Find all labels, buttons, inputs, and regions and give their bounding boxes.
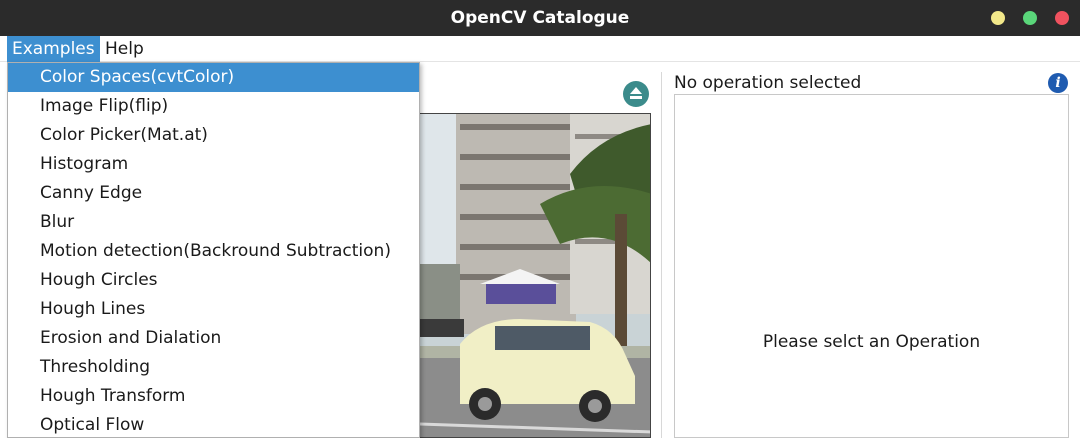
menu-item-image-flip[interactable]: Image Flip(flip) (8, 92, 419, 121)
operation-panel: Please selct an Operation (674, 94, 1069, 438)
operation-placeholder: Please selct an Operation (762, 332, 981, 352)
window-titlebar: OpenCV Catalogue (0, 0, 1080, 36)
video-frame (419, 113, 651, 438)
menu-item-hough-lines[interactable]: Hough Lines (8, 295, 419, 324)
operation-title: No operation selected (674, 73, 862, 93)
menu-item-histogram[interactable]: Histogram (8, 150, 419, 179)
menu-item-canny-edge[interactable]: Canny Edge (8, 179, 419, 208)
maximize-button[interactable] (1023, 11, 1037, 25)
menu-help[interactable]: Help (100, 36, 149, 62)
menu-examples[interactable]: Examples (7, 36, 100, 62)
menu-item-hough-circles[interactable]: Hough Circles (8, 266, 419, 295)
menu-bar: Examples Help (0, 36, 1080, 62)
menu-item-color-spaces[interactable]: Color Spaces(cvtColor) (8, 63, 419, 92)
menu-item-blur[interactable]: Blur (8, 208, 419, 237)
window-title: OpenCV Catalogue (450, 8, 630, 28)
menu-item-color-picker[interactable]: Color Picker(Mat.at) (8, 121, 419, 150)
menu-item-erosion-dialation[interactable]: Erosion and Dialation (8, 324, 419, 353)
street-scene-image (420, 114, 650, 437)
menu-item-hough-transform[interactable]: Hough Transform (8, 382, 419, 411)
menu-item-motion-detection[interactable]: Motion detection(Backround Subtraction) (8, 237, 419, 266)
close-button[interactable] (1055, 11, 1069, 25)
menu-item-optical-flow[interactable]: Optical Flow (8, 411, 419, 438)
examples-dropdown-menu: Color Spaces(cvtColor) Image Flip(flip) … (7, 62, 420, 438)
panel-divider (661, 72, 662, 438)
info-icon[interactable]: i (1048, 73, 1068, 93)
minimize-button[interactable] (991, 11, 1005, 25)
eject-icon[interactable] (623, 81, 649, 107)
menu-item-thresholding[interactable]: Thresholding (8, 353, 419, 382)
